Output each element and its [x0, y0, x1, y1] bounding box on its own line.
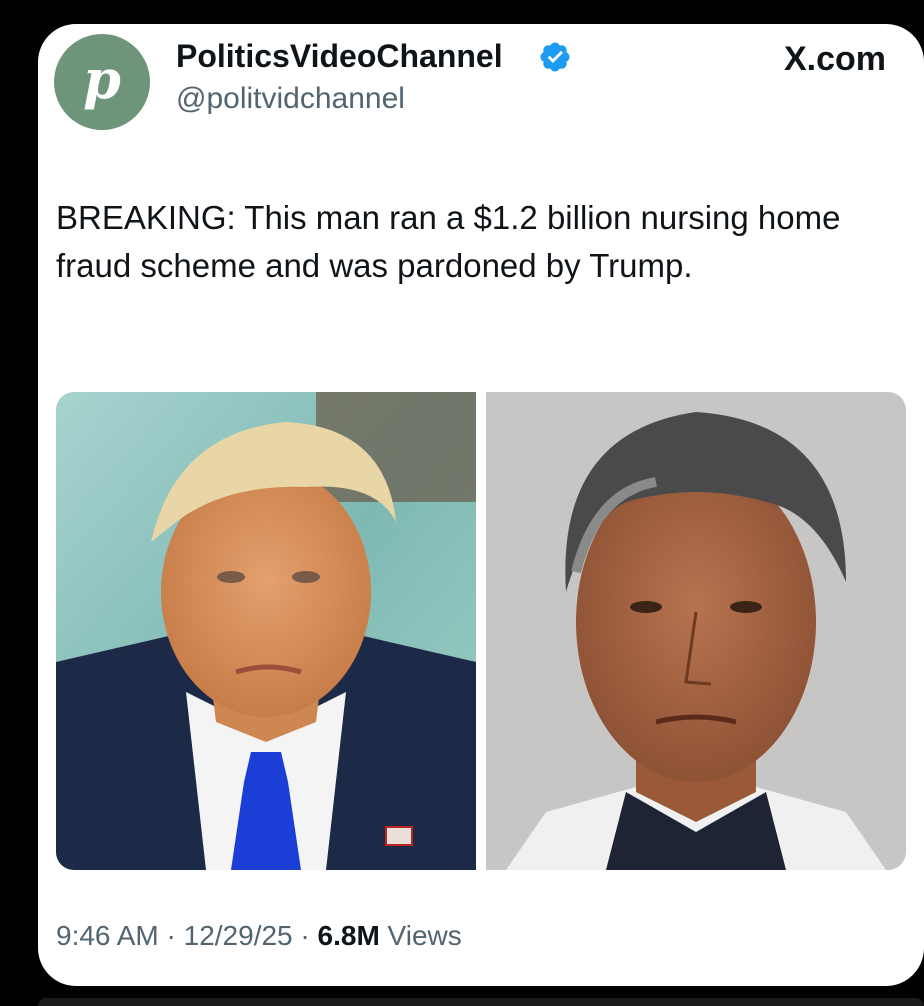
handle[interactable]: @politvidchannel — [176, 82, 405, 116]
post-meta: 9:46 AM · 12/29/25 · 6.8M Views — [56, 920, 462, 952]
post-text: BREAKING: This man ran a $1.2 billion nu… — [56, 199, 841, 284]
post-time[interactable]: 9:46 AM — [56, 920, 159, 951]
brand-label: X.com — [783, 40, 886, 78]
avatar-letter: p — [83, 47, 121, 111]
display-name[interactable]: PoliticsVideoChannel — [176, 38, 503, 75]
meta-separator: · — [166, 920, 176, 951]
media-grid[interactable] — [56, 392, 906, 870]
views-count: 6.8M — [317, 920, 380, 951]
photo-mugshot[interactable] — [486, 392, 906, 870]
photo-portrait-suited-man[interactable] — [56, 392, 476, 870]
avatar[interactable]: p — [54, 34, 150, 130]
post-card: p PoliticsVideoChannel @politvidchannel … — [38, 24, 924, 986]
post-date[interactable]: 12/29/25 — [184, 920, 293, 951]
verified-badge-icon — [540, 42, 570, 72]
views-label: Views — [387, 920, 462, 951]
next-card-edge — [38, 998, 924, 1006]
meta-separator: · — [300, 920, 310, 951]
